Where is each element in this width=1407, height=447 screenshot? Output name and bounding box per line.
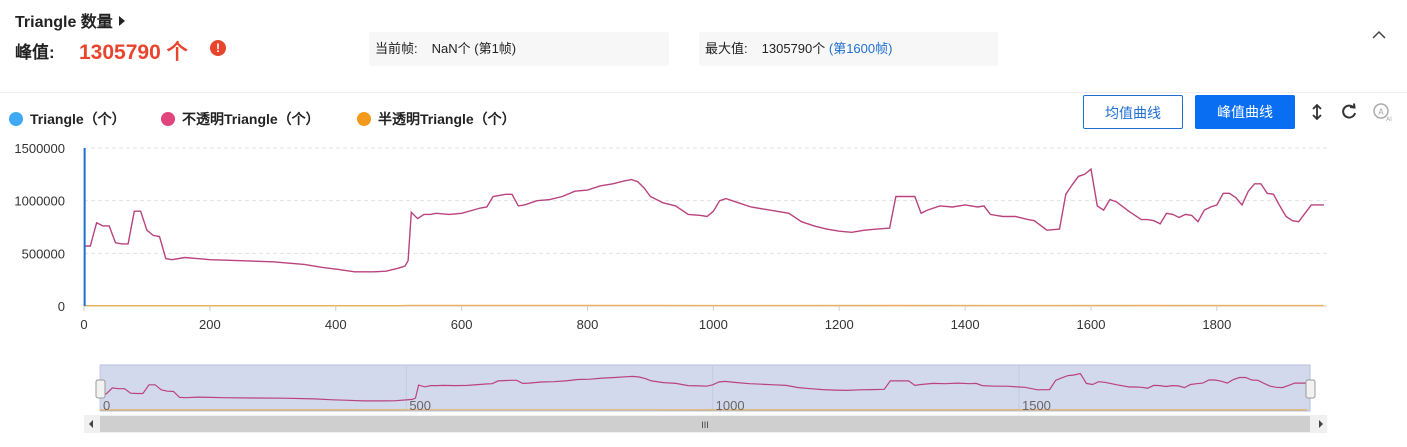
max-value: 1305790个 [761, 41, 826, 56]
current-frame-box: 当前帧: NaN个 (第1帧) [369, 32, 669, 66]
scrollbar-grip: III [701, 420, 709, 430]
caret-right-icon [118, 16, 125, 26]
panel-title[interactable]: Triangle 数量 [15, 8, 125, 32]
divider [0, 92, 1407, 93]
navigator-left-handle[interactable] [95, 379, 106, 399]
legend-item-triangle[interactable]: Triangle（个） [9, 109, 126, 129]
y-tick-label: 500000 [22, 246, 65, 261]
peak-value: 1305790 个 [79, 41, 188, 64]
range-navigator[interactable]: 0 500 1000 1500 III [0, 350, 1407, 447]
series-line [84, 167, 1324, 273]
mean-curve-button[interactable]: 均值曲线 [1083, 95, 1183, 129]
chart-series [83, 148, 1324, 307]
svg-text:A: A [1378, 108, 1384, 117]
navigator-tick-label: 1500 [1022, 398, 1051, 413]
x-tick-label: 800 [577, 317, 599, 332]
x-tick-label: 1400 [951, 317, 980, 332]
x-tick-label: 400 [325, 317, 347, 332]
chart-grid [84, 147, 1327, 307]
alert-icon: ! [210, 40, 226, 56]
legend-dot-icon [9, 112, 23, 126]
legend-dot-icon [161, 112, 175, 126]
navigator-tick-label: 500 [409, 398, 431, 413]
svg-text:AI: AI [1386, 116, 1392, 122]
x-tick-label: 200 [199, 317, 221, 332]
x-tick-label: 1600 [1077, 317, 1106, 332]
legend-label: 半透明Triangle（个） [378, 111, 516, 127]
chevron-up-icon[interactable] [1372, 28, 1386, 42]
current-frame-value: NaN个 (第1帧) [431, 41, 517, 56]
y-axis-ticks: 0 500000 1000000 1500000 [14, 141, 65, 314]
y-tick-label: 0 [58, 299, 65, 314]
main-chart[interactable]: 0 500000 1000000 1500000 0 200 400 600 800 1000 1… [0, 130, 1407, 335]
max-value-box: 最大值: 1305790个 (第1600帧) [699, 32, 998, 66]
x-tick-label: 0 [80, 317, 87, 332]
x-tick-label: 600 [451, 317, 473, 332]
peak-curve-button[interactable]: 峰值曲线 [1195, 95, 1295, 129]
max-value-label: 最大值: [705, 41, 748, 56]
legend-item-translucent-triangle[interactable]: 半透明Triangle（个） [357, 109, 516, 129]
peak-label: 峰值: [15, 43, 55, 62]
refresh-icon[interactable] [1339, 102, 1359, 122]
navigator-tick-label: 0 [103, 398, 110, 413]
x-axis-ticks: 0 200 400 600 800 1000 1200 1400 1600 1800 [80, 305, 1327, 332]
y-tick-label: 1500000 [14, 141, 65, 156]
navigator-tick-label: 1000 [716, 398, 745, 413]
panel-title-text: Triangle 数量 [15, 14, 113, 31]
ai-icon[interactable]: A AI [1372, 102, 1392, 122]
navigator-selected-range [99, 364, 1311, 412]
y-tick-label: 1000000 [14, 194, 65, 209]
legend-dot-icon [357, 112, 371, 126]
legend-label: 不透明Triangle（个） [182, 111, 320, 127]
legend-item-opaque-triangle[interactable]: 不透明Triangle（个） [161, 109, 320, 129]
current-frame-label: 当前帧: [375, 41, 418, 56]
max-frame-link[interactable]: (第1600帧) [829, 41, 893, 56]
vertical-resize-icon[interactable] [1307, 102, 1327, 122]
x-tick-label: 1000 [699, 317, 728, 332]
navigator-right-handle[interactable] [1305, 379, 1316, 399]
legend-label: Triangle（个） [30, 111, 126, 127]
x-tick-label: 1800 [1202, 317, 1231, 332]
x-tick-label: 1200 [825, 317, 854, 332]
